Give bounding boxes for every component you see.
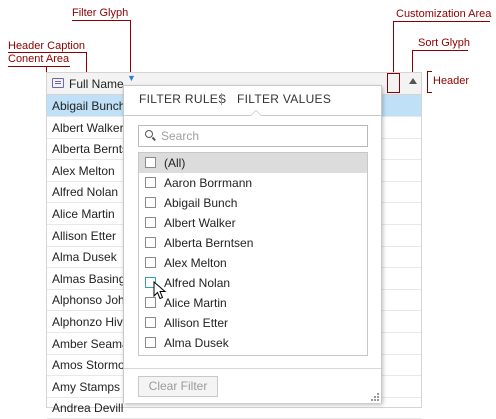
list-item-label: Abigail Bunch xyxy=(164,196,238,210)
cell-full-name: Alberta Bernts xyxy=(52,142,129,157)
resize-grip-icon[interactable] xyxy=(371,393,379,401)
annotation-line xyxy=(427,71,432,72)
list-item-all[interactable]: (All) xyxy=(139,153,367,173)
list-item-label: Albert Walker xyxy=(164,216,236,230)
cell-full-name: Alphonso Joh xyxy=(52,293,125,308)
checkbox[interactable] xyxy=(145,157,156,168)
search-box[interactable] xyxy=(138,125,368,147)
column-header-caption[interactable]: Full Name xyxy=(69,77,124,91)
checkbox[interactable] xyxy=(145,217,156,228)
cell-full-name: Andrea Devill xyxy=(52,401,124,416)
list-item[interactable]: Alex Melton xyxy=(139,253,367,273)
checkbox[interactable] xyxy=(145,237,156,248)
list-item[interactable]: Alfred Nolan xyxy=(139,273,367,293)
filter-values-list: (All) Aaron Borrmann Abigail Bunch Albert W… xyxy=(138,152,368,356)
cell-full-name: Alma Dusek xyxy=(52,250,117,265)
filter-glyph-icon[interactable]: ▼ xyxy=(127,74,136,83)
tab-separator xyxy=(221,93,222,105)
annotation-line xyxy=(412,50,413,74)
annotation-line xyxy=(393,21,394,72)
list-item[interactable]: Abigail Bunch xyxy=(139,193,367,213)
cell-full-name: Allison Etter xyxy=(52,228,117,243)
checkbox[interactable] xyxy=(145,177,156,188)
annotation-line xyxy=(8,66,70,67)
list-item[interactable]: Alma Dusek xyxy=(139,333,367,353)
list-item[interactable]: Allison Etter xyxy=(139,313,367,333)
annotation-line xyxy=(130,20,131,72)
search-icon xyxy=(145,130,153,138)
list-item-label: Alfred Nolan xyxy=(164,276,231,290)
checkbox[interactable] xyxy=(145,257,156,268)
tab-filter-values[interactable]: FILTER VALUES xyxy=(237,92,331,106)
column-icon xyxy=(52,78,64,88)
cell-full-name: Abigail Bunch xyxy=(52,99,126,113)
search-input[interactable] xyxy=(161,128,361,144)
mouse-pointer-icon xyxy=(153,281,167,300)
tab-filter-rules[interactable]: FILTER RULES xyxy=(139,92,226,106)
list-item-label: Alberta Berntsen xyxy=(164,236,254,250)
annotation-filter-glyph: Filter Glyph xyxy=(72,7,129,19)
cell-full-name: Amos Stormo xyxy=(52,358,125,373)
cell-full-name: Alphonzo Hiv xyxy=(52,315,123,329)
popup-footer: Clear Filter xyxy=(124,368,381,403)
cell-full-name: Albert Walker xyxy=(52,120,124,135)
list-item-label: (All) xyxy=(164,156,186,170)
list-item-label: Alma Dusek xyxy=(164,336,229,350)
clear-filter-button[interactable]: Clear Filter xyxy=(138,376,218,397)
list-item-label: Alex Melton xyxy=(164,256,227,270)
annotation-line xyxy=(412,50,468,51)
annotation-header: Header xyxy=(433,75,470,87)
checkbox[interactable] xyxy=(145,197,156,208)
annotation-line xyxy=(427,92,432,93)
checkbox[interactable] xyxy=(145,317,156,328)
annotation-line xyxy=(86,52,87,72)
list-item-label: Alice Martin xyxy=(164,296,227,310)
list-item-label: Allison Etter xyxy=(164,316,229,330)
annotation-sort-glyph: Sort Glyph xyxy=(418,37,470,49)
list-item-label: Aaron Borrmann xyxy=(164,176,253,190)
annotation-line xyxy=(427,71,428,93)
cell-full-name: Alex Melton xyxy=(52,163,115,178)
annotation-customization-area: Customization Area xyxy=(396,8,492,20)
cell-full-name: Alice Martin xyxy=(52,207,115,221)
list-item[interactable]: Alice Martin xyxy=(139,293,367,313)
checkbox[interactable] xyxy=(145,337,156,348)
annotation-line xyxy=(393,21,490,22)
list-item[interactable]: Alberta Berntsen xyxy=(139,233,367,253)
cell-full-name: Amy Stamps xyxy=(52,379,121,394)
cell-full-name: Almas Basing xyxy=(52,271,126,286)
cell-full-name: Alfred Nolan xyxy=(52,185,119,200)
list-item[interactable]: Aaron Borrmann xyxy=(139,173,367,193)
active-tab-indicator xyxy=(250,110,262,116)
list-item[interactable]: Albert Walker xyxy=(139,213,367,233)
filter-popup: FILTER RULES FILTER VALUES (All) Aaron Bo… xyxy=(123,85,382,403)
annotation-line xyxy=(72,20,130,21)
customization-area[interactable] xyxy=(387,73,400,93)
cell-full-name: Amber Seama xyxy=(52,336,129,351)
sort-ascending-icon xyxy=(409,78,417,84)
annotation-content-area: Conent Area xyxy=(8,53,70,65)
